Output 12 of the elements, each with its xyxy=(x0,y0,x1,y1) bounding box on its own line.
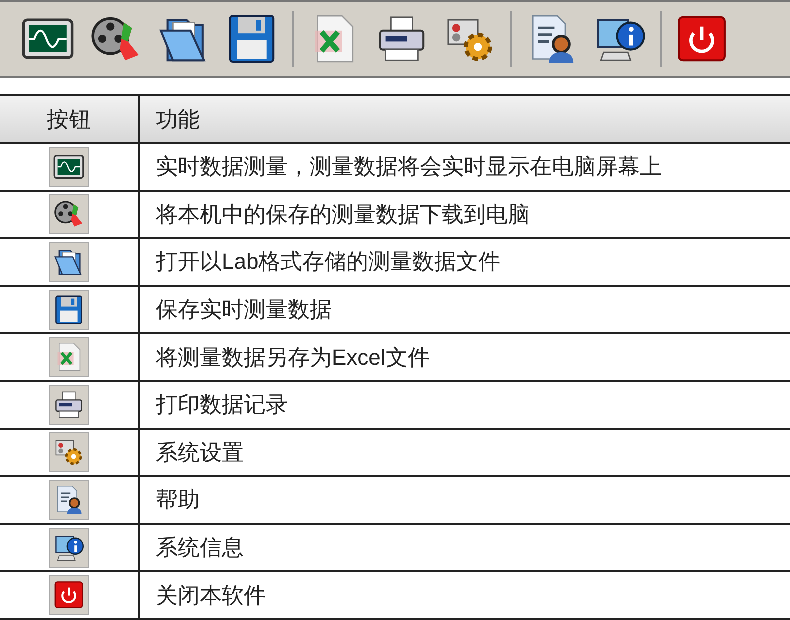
table-cell-text: 保存实时测量数据 xyxy=(155,296,333,324)
table-cell-text: 打开以Lab格式存储的测量数据文件 xyxy=(155,248,502,276)
table-cell-text: 实时数据测量，测量数据将会实时显示在电脑屏幕上 xyxy=(155,153,663,182)
table-cell-text: 系统设置 xyxy=(155,438,245,467)
table-cell-text: 将本机中的保存的测量数据下载到电脑 xyxy=(155,200,531,229)
column-header: 按钮 xyxy=(0,96,140,142)
column-header: 功能 xyxy=(155,106,201,134)
table-cell-text: 将测量数据另存为Excel文件 xyxy=(155,344,431,372)
table-cell-text: 关闭本软件 xyxy=(155,582,267,610)
table-cell-text: 系统信息 xyxy=(155,534,245,562)
table-cell-text: 打印数据记录 xyxy=(155,391,289,420)
table-cell-text: 帮助 xyxy=(155,486,201,514)
